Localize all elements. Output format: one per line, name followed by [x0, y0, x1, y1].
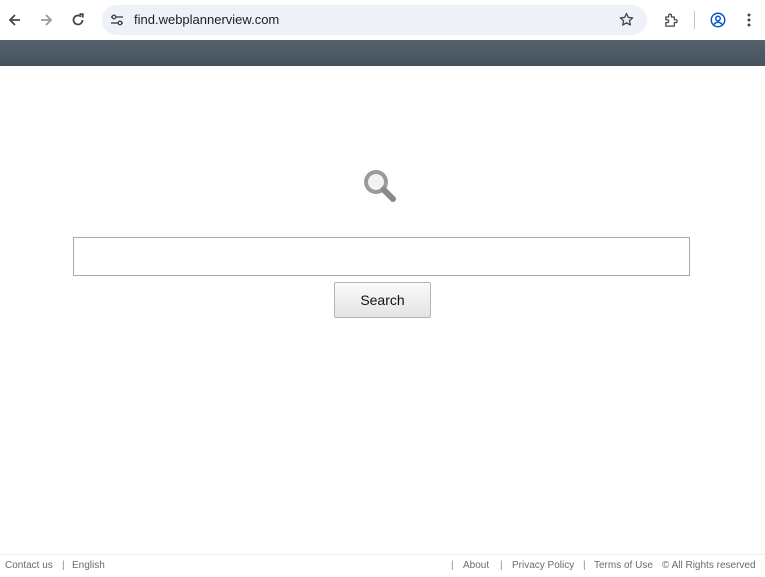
back-button[interactable] [2, 7, 28, 33]
footer: Contact us | English | About | Privacy P… [0, 554, 765, 577]
header-banner [0, 40, 765, 66]
puzzle-icon [664, 13, 678, 27]
footer-link-terms[interactable]: Terms of Use [594, 560, 653, 571]
account-circle-icon [710, 12, 726, 28]
tune-icon [111, 14, 123, 26]
footer-link-about[interactable]: About [463, 560, 489, 571]
toolbar-divider [694, 11, 695, 29]
arrow-right-icon [41, 14, 53, 26]
bookmark-button[interactable] [618, 11, 635, 33]
browser-menu-button[interactable] [736, 7, 762, 33]
reload-icon [72, 13, 84, 26]
profile-button[interactable] [705, 7, 731, 33]
forward-button[interactable] [33, 7, 59, 33]
browser-toolbar: find.webplannerview.com [0, 0, 765, 40]
footer-link-privacy[interactable]: Privacy Policy [512, 560, 574, 571]
search-input[interactable] [73, 237, 690, 276]
extensions-button[interactable] [658, 7, 684, 33]
footer-separator: | [500, 560, 503, 571]
footer-separator: | [451, 560, 454, 571]
star-icon [619, 12, 634, 26]
footer-separator: | [62, 560, 65, 571]
site-info-button[interactable] [109, 12, 125, 33]
search-button[interactable]: Search [334, 282, 431, 318]
more-vert-icon [747, 13, 751, 27]
address-bar[interactable]: find.webplannerview.com [102, 5, 647, 35]
footer-link-contact[interactable]: Contact us [5, 560, 53, 571]
arrow-left-icon [8, 14, 20, 26]
url-text[interactable]: find.webplannerview.com [134, 12, 279, 27]
magnifier-icon [362, 168, 400, 211]
footer-copyright: © All Rights reserved [662, 560, 756, 571]
footer-separator: | [583, 560, 586, 571]
footer-link-language[interactable]: English [72, 560, 105, 571]
reload-button[interactable] [65, 7, 91, 33]
